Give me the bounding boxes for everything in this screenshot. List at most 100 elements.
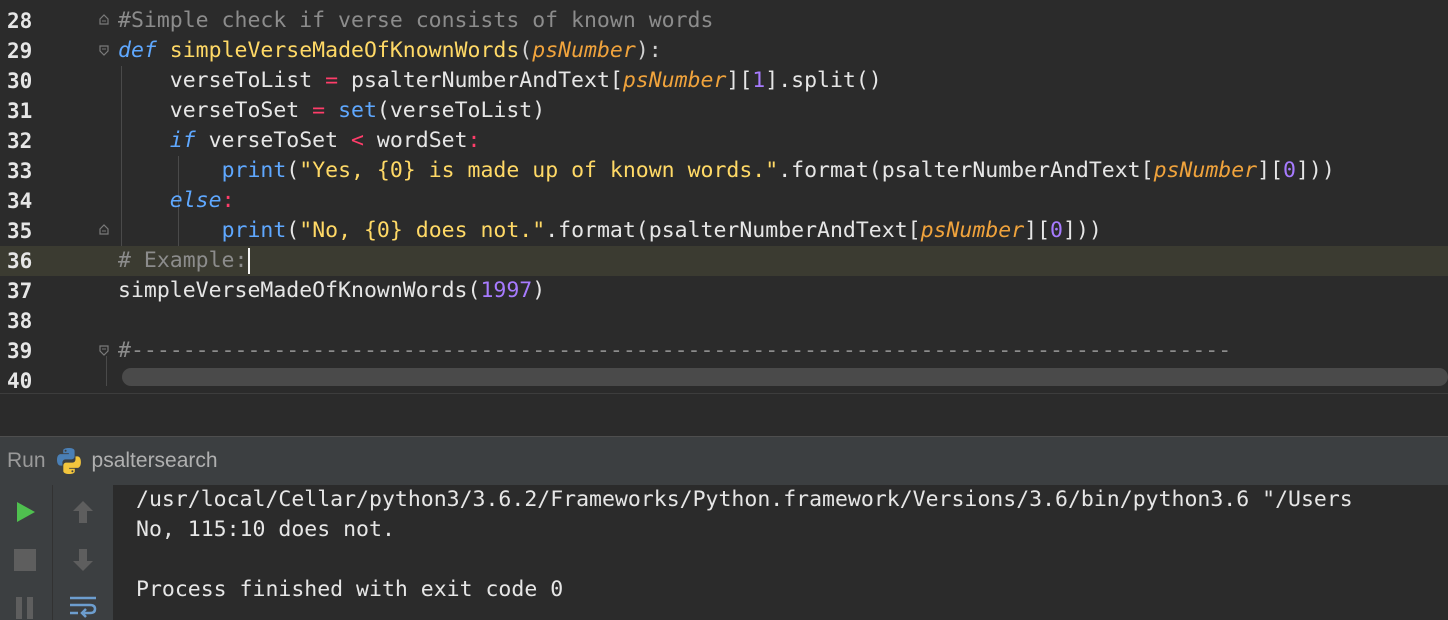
code-token: verseToSet: [195, 128, 352, 153]
code-line[interactable]: #Simple check if verse consists of known…: [118, 6, 1448, 36]
code-line[interactable]: if verseToSet < wordSet:: [118, 126, 1448, 156]
code-token: (verseToList): [376, 98, 546, 123]
code-token: ])): [1063, 218, 1102, 243]
code-token: "No, {0} does not.": [299, 218, 546, 243]
code-token: verseToList: [118, 68, 326, 93]
code-line[interactable]: [118, 306, 1448, 336]
code-token: .format(psalterNumberAndText[: [545, 218, 921, 243]
code-token: set: [338, 98, 377, 123]
pause-button[interactable]: [10, 593, 40, 620]
fold-marker-icon[interactable]: [98, 224, 110, 236]
code-token: psNumber: [1153, 158, 1258, 183]
code-line[interactable]: verseToList = psalterNumberAndText[psNum…: [118, 66, 1448, 96]
run-config-name[interactable]: psaltersearch: [92, 449, 218, 473]
line-number: 31: [7, 99, 33, 123]
line-number: 33: [7, 159, 33, 183]
code-token: 0: [1050, 218, 1063, 243]
code-token: psNumber: [920, 218, 1025, 243]
code-token: else: [169, 188, 222, 213]
stop-button[interactable]: [10, 545, 40, 575]
fold-marker-icon[interactable]: [98, 14, 110, 26]
play-icon: [17, 502, 35, 522]
code-token: verseToSet: [118, 98, 313, 123]
pause-icon: [16, 597, 33, 619]
code-line[interactable]: print("Yes, {0} is made up of known word…: [118, 156, 1448, 186]
console-line: No, 115:10 does not.: [136, 517, 395, 542]
code-token: ][: [1257, 158, 1284, 183]
code-token: simpleVerseMadeOfKnownWords(: [118, 278, 481, 303]
line-number: 28: [7, 9, 33, 33]
code-token: 1997: [480, 278, 533, 303]
code-area[interactable]: #Simple check if verse consists of known…: [118, 6, 1448, 393]
editor-run-divider[interactable]: [0, 393, 1448, 437]
code-token: simpleVerseMadeOfKnownWords: [169, 38, 520, 63]
python-icon: [56, 448, 81, 474]
code-token: ][: [1024, 218, 1051, 243]
code-token: (: [286, 158, 300, 183]
line-number: 30: [7, 69, 33, 93]
code-editor[interactable]: 28 29 30 31 32 33 34 35 36 37 38 39 40 #Simple check…: [0, 0, 1448, 393]
indent-guide: [106, 356, 107, 386]
horizontal-scrollbar[interactable]: [122, 368, 1448, 386]
code-line[interactable]: def simpleVerseMadeOfKnownWords(psNumber…: [118, 36, 1448, 66]
code-token: def: [118, 38, 157, 63]
scroll-up-button[interactable]: [68, 497, 98, 527]
code-token: psNumber: [622, 68, 727, 93]
run-panel-header: Run psaltersearch: [0, 436, 1448, 485]
code-token: (: [286, 218, 300, 243]
rerun-button[interactable]: [10, 497, 40, 527]
run-toolbar-left: [0, 485, 53, 620]
line-number: 37: [7, 279, 33, 303]
code-line[interactable]: # Example:: [118, 246, 1448, 276]
stop-icon: [14, 549, 36, 571]
scroll-down-button[interactable]: [68, 545, 98, 575]
console-line: /usr/local/Cellar/python3/3.6.2/Framewor…: [136, 487, 1353, 512]
code-line[interactable]: verseToSet = set(verseToList): [118, 96, 1448, 126]
code-token: =: [312, 98, 326, 123]
line-number: 29: [7, 39, 33, 63]
arrow-down-icon: [73, 549, 93, 571]
code-token: (: [519, 38, 533, 63]
code-token: ].split(): [765, 68, 882, 93]
code-token: "Yes, {0} is made up of known words.": [299, 158, 779, 183]
text-caret: [248, 248, 251, 274]
line-number: 38: [7, 309, 33, 333]
fold-marker-icon[interactable]: [98, 344, 110, 356]
code-line[interactable]: print("No, {0} does not.".format(psalter…: [118, 216, 1448, 246]
run-tab-label[interactable]: Run: [7, 449, 46, 473]
code-token: psalterNumberAndText[: [338, 68, 623, 93]
code-token: ): [532, 278, 546, 303]
code-token: print: [221, 218, 287, 243]
soft-wrap-button[interactable]: [68, 590, 98, 620]
line-number: 35: [7, 219, 33, 243]
line-number-gutter: 28 29 30 31 32 33 34 35 36 37 38 39 40: [0, 6, 60, 393]
run-console-output[interactable]: /usr/local/Cellar/python3/3.6.2/Framewor…: [114, 485, 1448, 620]
code-token: #Simple check if verse consists of known…: [118, 8, 714, 33]
code-line[interactable]: #---------------------------------------…: [118, 336, 1448, 366]
code-token: # Example:: [118, 248, 248, 273]
line-number: 34: [7, 189, 33, 213]
code-token: <: [351, 128, 364, 153]
line-number: 39: [7, 339, 33, 363]
arrow-up-icon: [73, 501, 93, 523]
code-token: =: [325, 68, 339, 93]
soft-wrap-icon: [70, 596, 97, 618]
fold-marker-icon[interactable]: [98, 44, 110, 56]
code-token: if: [169, 128, 196, 153]
code-token: print: [221, 158, 287, 183]
line-number: 36: [7, 249, 33, 273]
code-token: wordSet: [363, 128, 468, 153]
code-token: .format(psalterNumberAndText[: [778, 158, 1154, 183]
console-line: Process finished with exit code 0: [136, 577, 564, 602]
code-token: ][: [726, 68, 753, 93]
code-token: 1: [752, 68, 766, 93]
code-line[interactable]: else:: [118, 186, 1448, 216]
code-line[interactable]: simpleVerseMadeOfKnownWords(1997): [118, 276, 1448, 306]
